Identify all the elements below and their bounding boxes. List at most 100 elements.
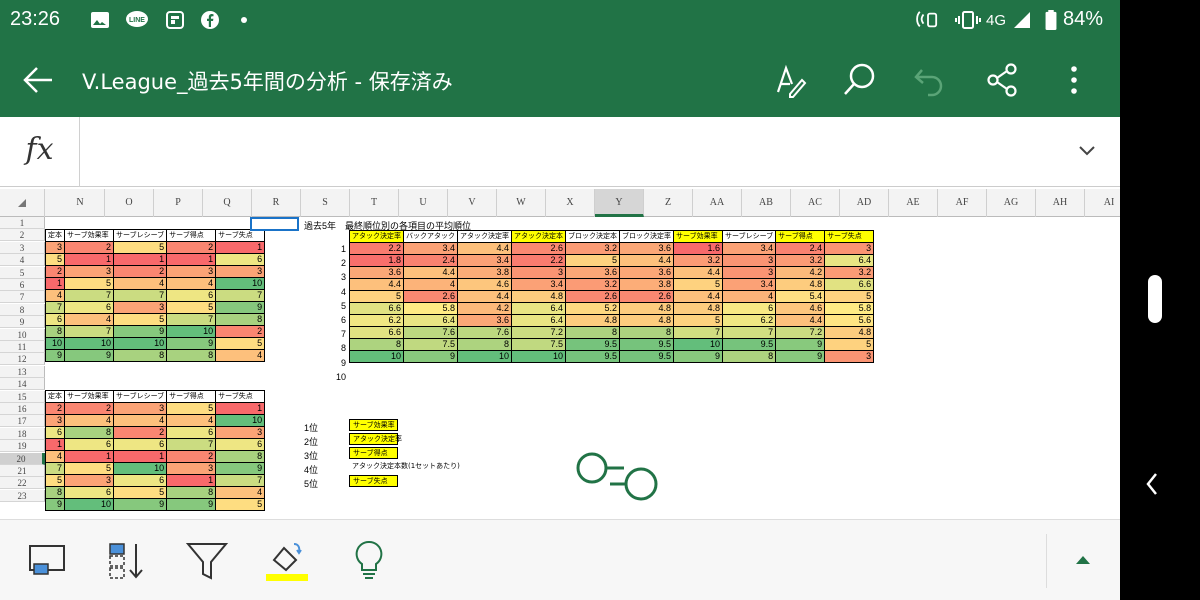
data-cell[interactable]: 6.6 [824,278,875,291]
data-cell[interactable]: 3 [511,266,566,279]
data-cell[interactable]: 8 [64,426,114,439]
column-header-w[interactable]: W [497,189,546,217]
data-cell[interactable]: 6.4 [824,254,875,267]
data-cell[interactable]: 6 [45,426,65,439]
header-cell[interactable]: サーブ効果率 [64,229,114,242]
column-header-z[interactable]: Z [644,189,693,217]
data-cell[interactable]: 8 [45,325,65,338]
data-cell[interactable]: 1.8 [349,254,404,267]
data-cell[interactable]: 6 [215,438,266,451]
data-cell[interactable]: 4.4 [673,290,723,303]
data-cell[interactable]: 2.6 [511,242,566,255]
data-cell[interactable]: 3 [215,265,266,278]
data-cell[interactable]: 1 [166,253,217,266]
column-header-v[interactable]: V [448,189,497,217]
data-cell[interactable]: 1 [64,253,114,266]
column-header-ai[interactable]: AI [1085,189,1120,217]
data-cell[interactable]: 4.6 [457,278,512,291]
filter-icon[interactable] [184,538,230,584]
row-header-13[interactable]: 13 [0,365,45,378]
data-cell[interactable]: 5.8 [403,302,458,315]
data-cell[interactable]: 4.8 [824,326,875,339]
data-cell[interactable]: 1 [166,474,217,487]
column-header-x[interactable]: X [546,189,595,217]
data-cell[interactable]: 4.8 [619,314,674,327]
data-cell[interactable]: 8 [166,486,217,499]
data-cell[interactable]: 9 [215,301,266,314]
data-cell[interactable]: 5 [673,314,723,327]
data-cell[interactable]: 3 [721,266,777,279]
data-cell[interactable]: 2 [166,241,217,254]
data-cell[interactable]: 7.6 [457,326,512,339]
data-cell[interactable]: 5 [673,278,723,291]
draw-pen-icon[interactable] [770,60,810,100]
data-cell[interactable]: 3 [112,402,168,415]
data-cell[interactable]: 5 [824,338,875,351]
data-cell[interactable]: 4 [215,349,266,362]
data-cell[interactable]: 4 [215,486,266,499]
data-cell[interactable]: 4.2 [775,266,826,279]
header-cell[interactable]: ブロック決定本 [565,230,620,243]
data-cell[interactable]: 10 [166,325,217,338]
more-options-icon[interactable] [1054,60,1094,100]
data-cell[interactable]: 1 [112,253,168,266]
data-cell[interactable]: 1 [45,277,65,290]
data-cell[interactable]: 4.2 [457,302,512,315]
data-cell[interactable]: 9 [112,325,168,338]
data-cell[interactable]: 7 [673,326,723,339]
data-cell[interactable]: 2 [64,241,114,254]
data-cell[interactable]: 6.4 [511,314,566,327]
data-cell[interactable]: 5.6 [824,314,875,327]
data-cell[interactable]: 3.6 [619,242,674,255]
data-cell[interactable]: 8 [215,313,266,326]
data-cell[interactable]: 5 [64,277,114,290]
data-cell[interactable]: 5 [349,290,404,303]
data-cell[interactable]: 2 [112,426,168,439]
data-cell[interactable]: 2.6 [619,290,674,303]
data-cell[interactable]: 3.4 [511,278,566,291]
data-cell[interactable]: 7 [166,313,217,326]
header-cell[interactable]: サーブ得点 [775,230,826,243]
data-cell[interactable]: 6 [166,426,217,439]
data-cell[interactable]: 4 [45,450,65,463]
data-cell[interactable]: 4 [721,290,777,303]
data-cell[interactable]: 10 [673,338,723,351]
data-cell[interactable]: 9 [775,350,826,363]
data-cell[interactable]: 9 [673,350,723,363]
column-header-o[interactable]: O [105,189,154,217]
row-header-4[interactable]: 4 [0,254,45,267]
data-cell[interactable]: 4.8 [565,314,620,327]
data-cell[interactable]: 5 [215,337,266,350]
row-header-7[interactable]: 7 [0,291,45,304]
data-cell[interactable]: 8 [215,450,266,463]
data-cell[interactable]: 9 [64,349,114,362]
data-cell[interactable]: 9 [112,498,168,511]
data-cell[interactable]: 10 [215,277,266,290]
data-cell[interactable]: 10 [215,414,266,427]
data-cell[interactable]: 5 [112,313,168,326]
data-cell[interactable]: 5 [45,474,65,487]
column-header-u[interactable]: U [399,189,448,217]
header-cell[interactable]: 定本 [45,390,65,403]
share-icon[interactable] [982,60,1022,100]
row-header-14[interactable]: 14 [0,378,45,391]
data-cell[interactable]: 3 [45,241,65,254]
data-cell[interactable]: 4.4 [775,314,826,327]
data-cell[interactable]: 9 [775,338,826,351]
data-cell[interactable]: 3.4 [403,242,458,255]
header-cell[interactable]: サーブ失点 [215,229,266,242]
row-header-16[interactable]: 16 [0,403,45,415]
data-cell[interactable]: 3.6 [349,266,404,279]
data-cell[interactable]: 1 [64,450,114,463]
row-header-22[interactable]: 22 [0,477,45,490]
row-header-6[interactable]: 6 [0,279,45,291]
data-cell[interactable]: 2.2 [349,242,404,255]
data-cell[interactable]: 3.2 [824,266,875,279]
data-cell[interactable]: 3.6 [457,314,512,327]
data-cell[interactable]: 4.8 [511,290,566,303]
column-header-y[interactable]: Y [595,189,644,217]
row-header-19[interactable]: 19 [0,440,45,453]
header-cell[interactable]: アタック決定率 [457,230,512,243]
data-cell[interactable]: 7 [64,325,114,338]
column-header-q[interactable]: Q [203,189,252,217]
